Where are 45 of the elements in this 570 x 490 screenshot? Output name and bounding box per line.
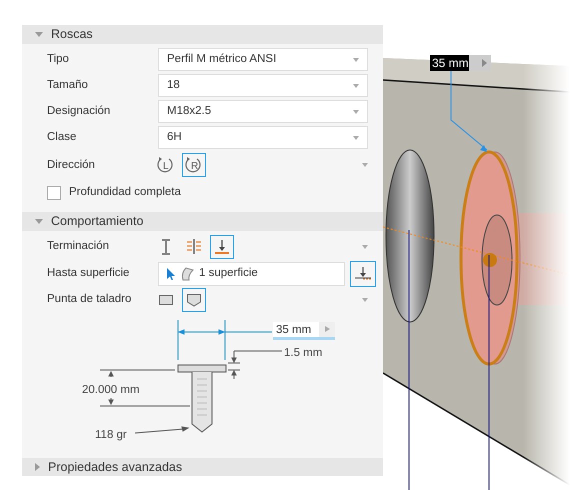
- hole-drawing: [178, 364, 226, 432]
- option-button[interactable]: [210, 235, 234, 259]
- angled-bottom-icon: [187, 294, 201, 306]
- field-label: Terminación: [47, 239, 110, 254]
- option-button[interactable]: [182, 288, 206, 312]
- section-header[interactable]: Roscas: [22, 25, 383, 44]
- surface-icon: [180, 266, 194, 280]
- field-label: Dirección: [47, 158, 96, 173]
- checkbox-label: Profundidad completa: [69, 185, 181, 200]
- field-label: Punta de taladro: [47, 292, 132, 308]
- dropdown-field[interactable]: 18: [158, 74, 368, 98]
- dimension-value: 20.000 mm: [82, 384, 140, 396]
- selection-count: 1 superficie: [199, 266, 258, 281]
- distance-icon: [160, 239, 172, 255]
- dimension-label: 35 mm: [432, 56, 469, 70]
- section-header[interactable]: Comportamiento: [22, 212, 383, 230]
- expand-arrow-icon[interactable]: [35, 462, 40, 471]
- section-header[interactable]: Propiedades avanzadas: [22, 458, 383, 476]
- field-label: Clase: [47, 130, 78, 146]
- caret-icon[interactable]: [362, 163, 368, 168]
- field-label: Hasta superficie: [47, 266, 130, 281]
- selection-field[interactable]: 1 superficie: [158, 262, 345, 286]
- play-arrow-icon[interactable]: [324, 326, 330, 332]
- section-title: Comportamiento: [51, 212, 144, 230]
- caret-icon[interactable]: [362, 298, 368, 302]
- to-surface-icon: [214, 239, 230, 255]
- dropdown-field[interactable]: M18x2.5: [158, 100, 368, 124]
- through-all-icon: [187, 239, 201, 255]
- flat-bottom-icon: [159, 295, 173, 305]
- dimension-value: 118 gr: [95, 428, 127, 440]
- dropdown-field[interactable]: 6H: [158, 126, 368, 150]
- field-label: Designación: [47, 104, 112, 120]
- caret-icon[interactable]: [362, 245, 368, 249]
- pointer-icon: [167, 268, 175, 280]
- dropdown-field[interactable]: Perfil M métrico ANSI: [158, 48, 368, 72]
- section-title: Roscas: [51, 26, 93, 43]
- field-label: Tipo: [47, 52, 70, 68]
- expand-arrow-icon[interactable]: [35, 32, 43, 37]
- dimension-value: 1.5 mm: [284, 346, 322, 358]
- checkbox[interactable]: [47, 186, 61, 200]
- field-label: Tamaño: [47, 78, 89, 94]
- expand-arrow-icon[interactable]: [35, 218, 43, 224]
- section-title: Propiedades avanzadas: [48, 458, 182, 476]
- flip-button[interactable]: [350, 260, 376, 286]
- to-surface-icon: [354, 266, 372, 282]
